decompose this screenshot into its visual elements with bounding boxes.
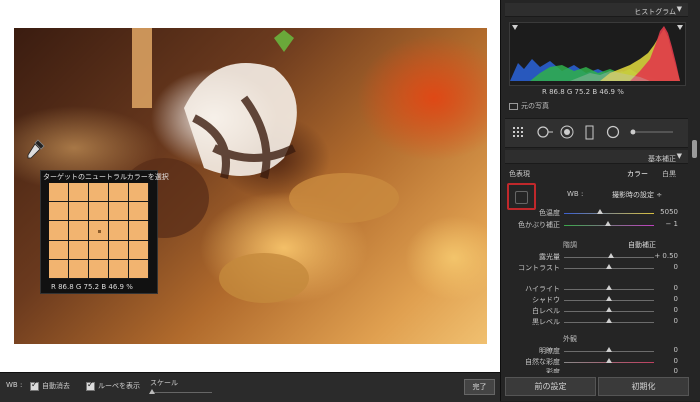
eyedropper-icon[interactable] (24, 138, 46, 162)
wb-eyedropper-button[interactable] (507, 183, 536, 210)
vibrance-slider-thumb[interactable] (606, 358, 612, 363)
exposure-label: 露光量 (539, 253, 560, 261)
tool-icons (513, 125, 674, 140)
exposure-value[interactable]: + 0.50 (648, 252, 678, 260)
basic-title: 基本補正 (648, 155, 676, 163)
clarity-slider-thumb[interactable] (606, 347, 612, 352)
previous-settings-button[interactable]: 前の設定 (505, 377, 596, 396)
whites-value[interactable]: 0 (648, 306, 678, 314)
shadow-clip-icon (512, 25, 518, 30)
neutral-target-loupe: ターゲットのニュートラルカラーを選択 R 86.8 G 75.2 B 46.9 … (40, 170, 169, 294)
auto-dismiss-checkbox[interactable]: 自動消去 (30, 380, 70, 391)
basic-header[interactable]: 基本補正 ▼ (505, 150, 688, 164)
photo-frame-icon (509, 102, 518, 110)
loupe-title: ターゲットのニュートラルカラーを選択 (43, 173, 169, 181)
blacks-label: 黒レベル (532, 318, 560, 326)
show-loupe-label: ルーペを表示 (98, 382, 140, 390)
loupe-rgb-readout: R 86.8 G 75.2 B 46.9 % (51, 283, 133, 291)
blacks-value[interactable]: 0 (648, 317, 678, 325)
histogram-title: ヒストグラム (634, 8, 676, 16)
contrast-label: コントラスト (518, 264, 560, 272)
temp-slider-thumb[interactable] (597, 209, 603, 214)
crop-overlay-icon[interactable] (513, 127, 523, 137)
tint-slider-thumb[interactable] (605, 221, 612, 226)
checkbox-checked-icon[interactable] (86, 380, 95, 391)
eyedropper-icon[interactable] (515, 191, 528, 204)
scale-label: スケール (150, 379, 178, 387)
bottom-toolbar: WB : 自動消去 ルーペを表示 スケール (0, 372, 500, 402)
scale-slider-track[interactable] (150, 392, 212, 393)
wb-preset-select[interactable]: 撮影時の設定 ÷ (612, 190, 662, 200)
image-canvas[interactable]: ターゲットのニュートラルカラーを選択 R 86.8 G 75.2 B 46.9 … (0, 0, 500, 372)
whites-slider-thumb[interactable] (606, 307, 612, 312)
highlights-slider-thumb[interactable] (606, 285, 612, 290)
treatment-label: 色表現 (509, 170, 530, 178)
done-button[interactable]: 完了 (464, 379, 495, 395)
red-eye-icon[interactable] (560, 125, 574, 139)
clarity-value[interactable]: 0 (648, 346, 678, 354)
tint-label: 色かぶり補正 (518, 221, 560, 229)
highlights-value[interactable]: 0 (648, 284, 678, 292)
triangle-down-icon[interactable]: ▼ (677, 152, 682, 160)
shadows-value[interactable]: 0 (648, 295, 678, 303)
auto-tone-button[interactable]: 自動補正 (628, 240, 656, 250)
tool-strip (505, 118, 688, 148)
highlight-clip-icon (677, 25, 683, 30)
vibrance-label: 自然な彩度 (525, 358, 560, 366)
panel-scrollbar[interactable] (692, 140, 697, 158)
contrast-value[interactable]: 0 (648, 263, 678, 271)
loupe-center-pixel (98, 230, 101, 233)
whites-label: 白レベル (532, 307, 560, 315)
tone-heading: 階調 (563, 241, 577, 249)
adjustment-brush-icon[interactable] (630, 129, 674, 135)
presence-heading: 外観 (563, 335, 577, 343)
tab-color[interactable]: カラー (627, 169, 648, 179)
blacks-slider-thumb[interactable] (606, 318, 612, 323)
shadows-slider-thumb[interactable] (606, 296, 612, 301)
tab-black-white[interactable]: 白黒 (662, 169, 676, 179)
temp-value[interactable]: 5050 (648, 208, 678, 216)
histogram-graph (510, 25, 683, 81)
original-photo-toggle[interactable]: 元の写真 (509, 101, 549, 111)
checkbox-checked-icon[interactable] (30, 380, 39, 391)
spot-removal-icon[interactable] (537, 126, 553, 138)
histogram-rgb-readout: R 86.8 G 75.2 B 46.9 % (542, 88, 624, 96)
clarity-label: 明瞭度 (539, 347, 560, 355)
wb-tool-label: WB : (6, 381, 23, 389)
temp-slider-track[interactable] (564, 213, 654, 214)
saturation-label: 彩度 (546, 368, 560, 373)
exposure-slider-thumb[interactable] (607, 253, 614, 258)
contrast-slider-thumb[interactable] (606, 264, 612, 269)
graduated-filter-icon[interactable] (585, 125, 594, 140)
histogram-header[interactable]: ヒストグラム ▼ (505, 3, 688, 17)
triangle-down-icon[interactable]: ▼ (677, 5, 682, 13)
vibrance-value[interactable]: 0 (648, 357, 678, 365)
show-loupe-checkbox[interactable]: ルーペを表示 (86, 380, 140, 391)
saturation-value[interactable]: 0 (648, 367, 678, 373)
reset-button[interactable]: 初期化 (598, 377, 689, 396)
original-photo-label: 元の写真 (521, 102, 549, 110)
radial-filter-icon[interactable] (606, 125, 620, 139)
scale-slider-thumb[interactable] (149, 389, 155, 394)
tint-value[interactable]: − 1 (648, 220, 678, 228)
highlights-label: ハイライト (525, 285, 560, 293)
shadows-label: シャドウ (532, 296, 560, 304)
auto-dismiss-label: 自動消去 (42, 382, 70, 390)
temp-label: 色温度 (539, 209, 560, 217)
wb-label: WB : (567, 190, 584, 198)
histogram[interactable] (509, 22, 686, 86)
